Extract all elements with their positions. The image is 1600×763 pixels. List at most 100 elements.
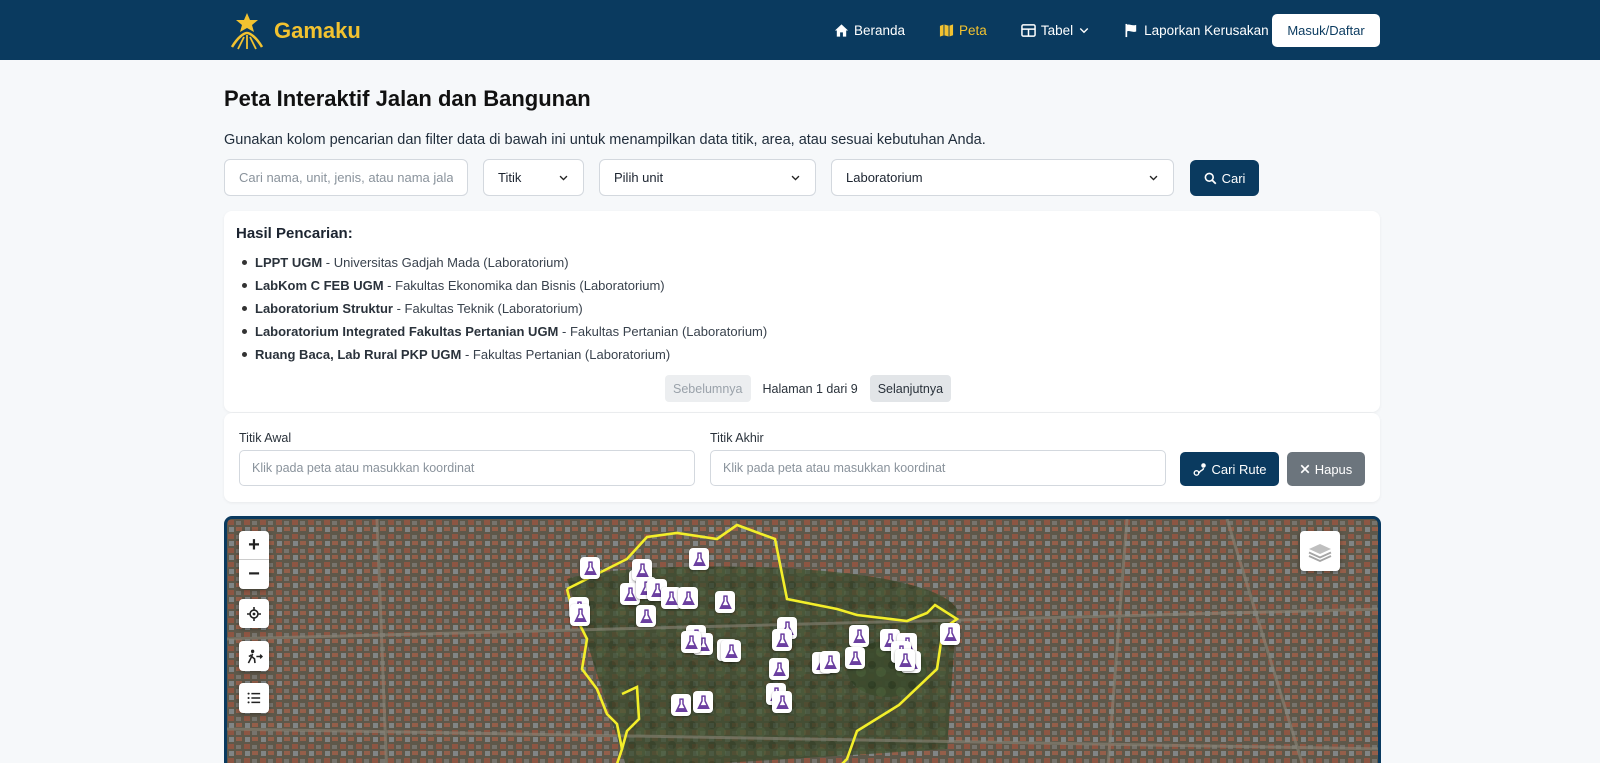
zoom-in-button[interactable]: + — [239, 531, 269, 560]
navbar: Gamaku Beranda Peta Tabel Laporkan Kerus… — [0, 0, 1600, 60]
clear-route-button[interactable]: Hapus — [1287, 452, 1365, 486]
result-name: LabKom C FEB UGM — [255, 278, 384, 293]
list-item[interactable]: LPPT UGM - Universitas Gadjah Mada (Labo… — [241, 251, 767, 274]
lab-marker[interactable] — [895, 649, 915, 671]
page-info: Halaman 1 dari 9 — [762, 381, 858, 396]
nav-laporkan-label: Laporkan Kerusakan — [1144, 22, 1269, 38]
brand[interactable]: Gamaku — [228, 10, 361, 52]
list-item[interactable]: LabKom C FEB UGM - Fakultas Ekonomika da… — [241, 274, 767, 297]
result-separator: - — [558, 324, 570, 339]
find-route-button[interactable]: Cari Rute — [1180, 452, 1279, 486]
result-detail: Fakultas Teknik (Laboratorium) — [404, 301, 583, 316]
list-icon — [247, 692, 261, 704]
lab-marker[interactable] — [681, 631, 701, 653]
lab-marker[interactable] — [849, 625, 869, 647]
flask-icon — [639, 608, 653, 623]
chevron-down-icon — [1149, 175, 1158, 181]
search-button[interactable]: Cari — [1190, 160, 1259, 196]
nav-links: Beranda Peta Tabel Laporkan Kerusakan — [834, 0, 1303, 60]
list-button[interactable] — [239, 683, 269, 713]
lab-marker[interactable] — [580, 557, 600, 579]
list-item[interactable]: Laboratorium Integrated Fakultas Pertani… — [241, 320, 767, 343]
table-icon — [1021, 23, 1036, 37]
flask-icon — [696, 694, 710, 709]
satellite-layer — [227, 519, 1378, 763]
lab-marker[interactable] — [721, 640, 741, 662]
end-point-input[interactable] — [710, 450, 1166, 486]
crosshair-icon — [247, 606, 261, 621]
home-icon — [834, 23, 849, 37]
close-icon — [1300, 464, 1310, 474]
result-separator: - — [461, 347, 473, 362]
next-page-button[interactable]: Selanjutnya — [869, 375, 952, 402]
flask-icon — [664, 590, 678, 605]
lab-marker[interactable] — [772, 691, 792, 713]
zoom-out-button[interactable]: − — [239, 560, 269, 589]
lab-marker[interactable] — [678, 587, 698, 609]
route-icon — [1193, 463, 1206, 476]
map[interactable]: + − — [224, 516, 1381, 763]
result-name: Ruang Baca, Lab Rural PKP UGM — [255, 347, 462, 362]
flask-icon — [623, 586, 637, 601]
flask-icon — [635, 562, 649, 577]
nav-laporkan[interactable]: Laporkan Kerusakan — [1124, 23, 1269, 38]
lab-marker[interactable] — [772, 629, 792, 651]
map-icon — [939, 23, 954, 37]
nav-peta-label: Peta — [959, 22, 987, 38]
lab-marker[interactable] — [715, 591, 735, 613]
nav-beranda-label: Beranda — [854, 22, 906, 38]
prev-page-button[interactable]: Sebelumnya — [665, 375, 751, 402]
end-point-label: Titik Akhir — [710, 431, 764, 445]
flask-icon — [898, 652, 912, 667]
lab-marker[interactable] — [820, 651, 840, 673]
flask-icon — [718, 594, 732, 609]
flask-icon — [775, 694, 789, 709]
brand-logo — [230, 13, 264, 50]
search-input[interactable] — [224, 159, 468, 196]
lab-marker[interactable] — [689, 548, 709, 570]
nav-peta[interactable]: Peta — [939, 23, 987, 38]
locate-button[interactable] — [239, 599, 269, 628]
layers-button[interactable] — [1300, 531, 1340, 571]
list-item[interactable]: Ruang Baca, Lab Rural PKP UGM - Fakultas… — [241, 343, 767, 366]
lab-marker[interactable] — [769, 658, 789, 680]
page-title: Peta Interaktif Jalan dan Bangunan — [224, 86, 591, 111]
login-button[interactable]: Masuk/Daftar — [1272, 14, 1380, 47]
flask-icon — [775, 632, 789, 647]
search-icon — [1204, 172, 1216, 184]
flask-icon — [724, 643, 738, 658]
lab-marker[interactable] — [671, 694, 691, 716]
list-item[interactable]: Laboratorium Struktur - Fakultas Teknik … — [241, 297, 767, 320]
type-select[interactable]: Titik — [483, 159, 584, 196]
route-card: Titik Awal Titik Akhir Cari Rute Hapus — [224, 413, 1380, 502]
flask-icon — [692, 551, 706, 566]
category-select[interactable]: Laboratorium — [831, 159, 1174, 196]
find-route-label: Cari Rute — [1211, 461, 1267, 477]
lab-marker[interactable] — [845, 647, 865, 669]
chevron-down-icon — [1079, 28, 1089, 34]
flask-icon — [848, 650, 862, 665]
result-separator: - — [322, 255, 334, 270]
nav-beranda[interactable]: Beranda — [834, 23, 905, 38]
lab-marker[interactable] — [940, 623, 960, 645]
route-mode-button[interactable] — [239, 641, 269, 671]
lab-marker[interactable] — [636, 605, 656, 627]
result-separator: - — [392, 301, 405, 316]
result-detail: Universitas Gadjah Mada (Laboratorium) — [333, 255, 569, 270]
lab-marker[interactable] — [570, 604, 590, 626]
flask-icon — [573, 607, 587, 622]
results-card: Hasil Pencarian: LPPT UGM - Universitas … — [224, 211, 1380, 412]
nav-tabel[interactable]: Tabel — [1021, 23, 1090, 38]
unit-select[interactable]: Pilih unit — [599, 159, 816, 196]
start-point-input[interactable] — [239, 450, 695, 486]
flask-icon — [852, 628, 866, 643]
brand-name: Gamaku — [274, 18, 361, 43]
pagination: Sebelumnya Halaman 1 dari 9 Selanjutnya — [665, 375, 952, 402]
lab-marker[interactable] — [693, 691, 713, 713]
category-select-value: Laboratorium — [846, 170, 923, 185]
flask-icon — [684, 634, 698, 649]
flag-icon — [1125, 23, 1137, 37]
result-detail: Fakultas Pertanian (Laboratorium) — [472, 347, 671, 362]
result-name: Laboratorium Struktur — [255, 301, 393, 316]
results-heading: Hasil Pencarian: — [236, 225, 353, 242]
